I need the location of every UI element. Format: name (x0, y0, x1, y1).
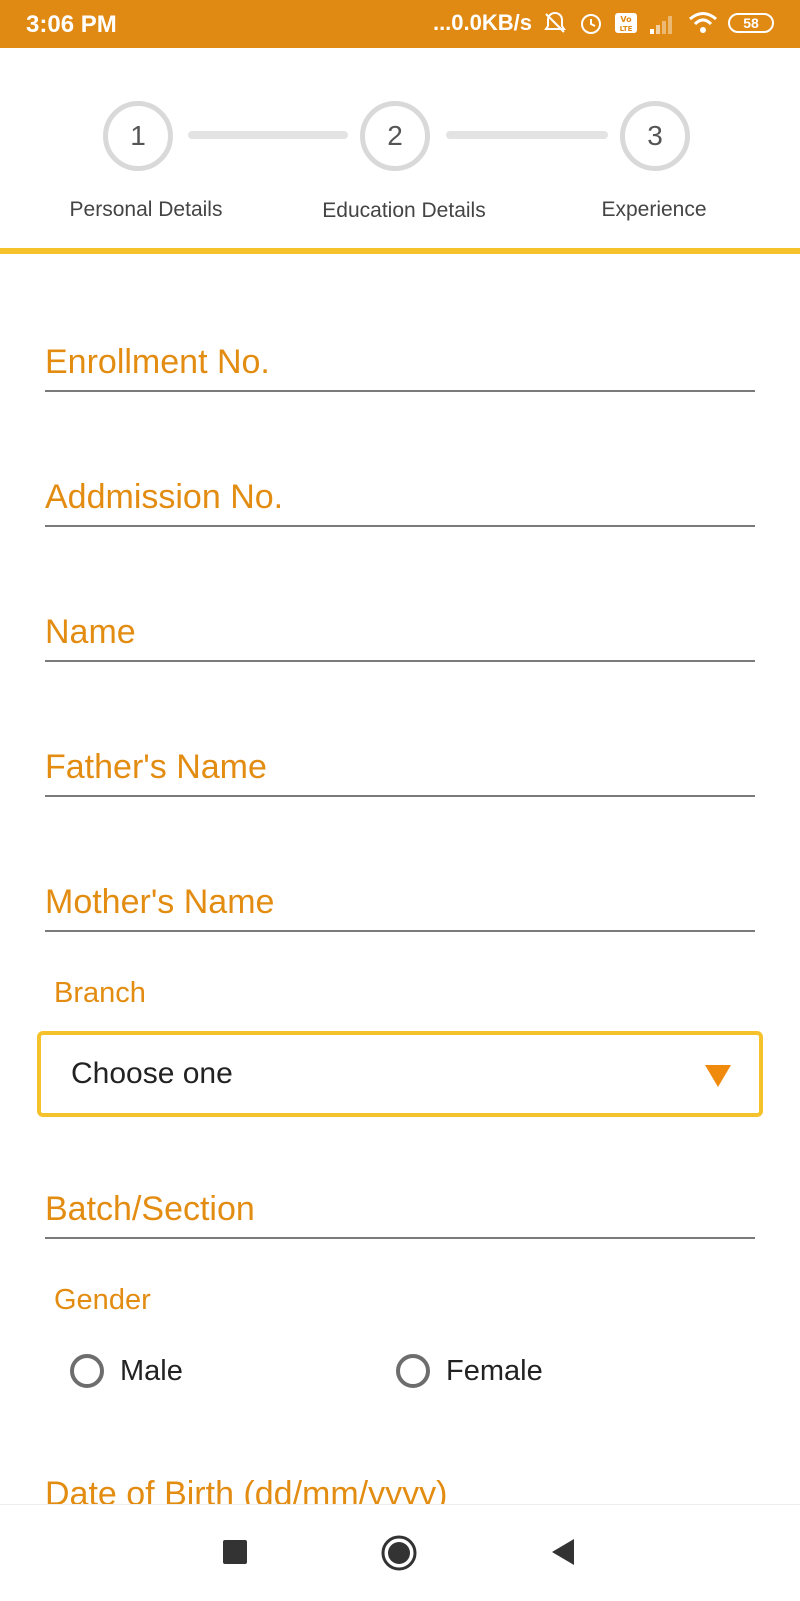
step-1-number: 1 (130, 120, 146, 151)
radio-circle-icon[interactable] (396, 1354, 430, 1388)
mothers-name-underline (45, 930, 755, 932)
svg-text:LTE: LTE (620, 25, 633, 33)
step-2-circle[interactable]: 2 (360, 101, 430, 171)
gender-label: Gender (54, 1284, 151, 1316)
admission-no-underline (45, 525, 755, 527)
radio-circle-icon[interactable] (70, 1354, 104, 1388)
signal-icon (648, 11, 678, 35)
mothers-name-field[interactable]: Mother's Name (45, 882, 755, 932)
step-3-number: 3 (647, 120, 663, 151)
step-3-circle[interactable]: 3 (620, 101, 690, 171)
name-underline (45, 660, 755, 662)
alarm-icon (578, 10, 604, 36)
wifi-icon (688, 11, 718, 35)
step-connector-2-3 (446, 131, 608, 139)
step-connector-1-2 (188, 131, 348, 139)
name-field[interactable]: Name (45, 612, 755, 662)
mute-bell-icon (542, 10, 568, 36)
batch-section-field[interactable]: Batch/Section (45, 1189, 755, 1239)
battery-icon: 58 (728, 13, 774, 33)
fathers-name-underline (45, 795, 755, 797)
step-2-label: Education Details (322, 199, 486, 222)
gender-option-male: Male (120, 1354, 183, 1387)
stepper-divider (0, 248, 800, 254)
gender-radio-female[interactable]: Female (396, 1354, 543, 1388)
recent-apps-icon[interactable] (222, 1539, 248, 1570)
branch-select[interactable]: Choose one (37, 1031, 763, 1117)
back-icon[interactable] (550, 1538, 576, 1571)
enrollment-no-placeholder: Enrollment No. (45, 343, 270, 381)
step-3-label: Experience (601, 198, 707, 221)
enrollment-no-underline (45, 390, 755, 392)
dropdown-arrow-icon (705, 1065, 731, 1087)
svg-text:Vo: Vo (620, 15, 632, 24)
batch-section-underline (45, 1237, 755, 1239)
volte-icon: Vo LTE (614, 11, 638, 35)
branch-selected-value: Choose one (71, 1057, 233, 1090)
mothers-name-placeholder: Mother's Name (45, 883, 275, 921)
branch-label: Branch (54, 977, 146, 1009)
admission-no-field[interactable]: Addmission No. (45, 477, 755, 527)
fathers-name-placeholder: Father's Name (45, 748, 267, 786)
admission-no-placeholder: Addmission No. (45, 478, 284, 516)
batch-section-placeholder: Batch/Section (45, 1190, 255, 1228)
enrollment-no-field[interactable]: Enrollment No. (45, 342, 755, 392)
fathers-name-field[interactable]: Father's Name (45, 747, 755, 797)
stepper: 1 2 3 Personal Details Education Details… (0, 48, 800, 254)
network-speed: ...0.0KB/s (432, 10, 532, 35)
home-icon[interactable] (380, 1534, 418, 1577)
step-1-label: Personal Details (69, 198, 223, 221)
step-1-circle[interactable]: 1 (103, 101, 173, 171)
status-icons: ...0.0KB/s Vo LTE 58 (433, 10, 774, 36)
status-bar: 3:06 PM ...0.0KB/s Vo LTE 58 (0, 0, 800, 48)
name-placeholder: Name (45, 613, 136, 651)
step-2-number: 2 (387, 120, 403, 151)
navigation-bar (0, 1504, 800, 1601)
gender-option-female: Female (446, 1354, 543, 1387)
status-time: 3:06 PM (26, 11, 117, 38)
gender-radio-male[interactable]: Male (70, 1354, 183, 1388)
